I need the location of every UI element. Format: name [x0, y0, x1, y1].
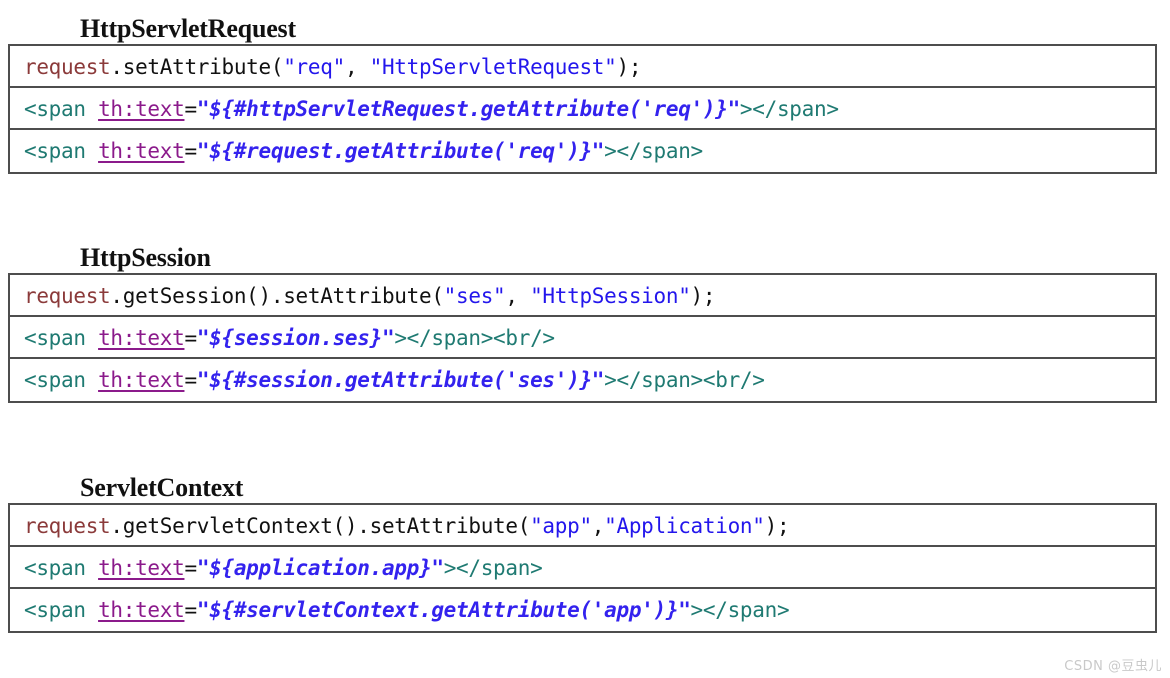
code-token: ></span><br/>	[604, 367, 765, 392]
code-token: <span	[24, 96, 99, 121]
code-token: );	[616, 54, 642, 79]
code-token: =	[184, 138, 197, 163]
code-token: <span	[24, 597, 99, 622]
code-token: "${application.app}"	[196, 555, 444, 580]
code-token: "req"	[283, 54, 345, 79]
code-token: th:text	[98, 325, 185, 350]
code-token: ></span><br/>	[394, 325, 555, 350]
code-line: <span th:text="${#session.getAttribute('…	[24, 359, 765, 401]
code-line: <span th:text="${#servletContext.getAttr…	[24, 589, 790, 631]
code-token: );	[764, 513, 790, 538]
code-row[interactable]: <span th:text="${#httpServletRequest.get…	[10, 87, 1155, 130]
code-row[interactable]: <span th:text="${#request.getAttribute('…	[10, 129, 1155, 172]
code-token: "${#request.getAttribute('req')}"	[196, 138, 605, 163]
code-table: request.setAttribute("req", "HttpServlet…	[8, 43, 1157, 174]
code-token: th:text	[98, 367, 185, 392]
code-row[interactable]: request.getServletContext().setAttribute…	[10, 504, 1155, 547]
code-token: =	[184, 325, 197, 350]
code-token: "${#httpServletRequest.getAttribute('req…	[196, 96, 740, 121]
code-token: =	[184, 597, 197, 622]
code-line: request.getServletContext().setAttribute…	[24, 505, 790, 545]
code-token: th:text	[98, 597, 185, 622]
code-section: HttpServletRequest request.setAttribute("…	[0, 14, 1170, 174]
code-line: <span th:text="${application.app}"></spa…	[24, 547, 543, 587]
code-token: "${#servletContext.getAttribute('app')}"	[196, 597, 691, 622]
csdn-watermark: CSDN @豆虫儿	[1064, 659, 1162, 674]
code-line: request.getSession().setAttribute("ses",…	[24, 275, 716, 315]
code-token: "ses"	[443, 283, 506, 308]
code-token: .getSession().setAttribute(	[110, 283, 444, 308]
code-token: .setAttribute(	[110, 54, 284, 79]
code-token: ,	[591, 513, 605, 538]
code-token: "${#session.getAttribute('ses')}"	[196, 367, 605, 392]
code-token: request	[24, 54, 111, 79]
code-row[interactable]: <span th:text="${session.ses}"></span><b…	[10, 316, 1155, 359]
code-token: <span	[24, 367, 99, 392]
code-token: "${session.ses}"	[196, 325, 395, 350]
code-token: "Application"	[604, 513, 765, 538]
code-token: <span	[24, 325, 99, 350]
code-section: ServletContext request.getServletContext(…	[0, 473, 1170, 633]
code-token: <span	[24, 138, 99, 163]
code-token: ,	[505, 283, 531, 308]
code-token: request	[24, 283, 111, 308]
code-token: ></span>	[604, 138, 703, 163]
code-snippet-page: HttpServletRequest request.setAttribute("…	[0, 0, 1170, 678]
code-row[interactable]: <span th:text="${#servletContext.getAttr…	[10, 588, 1155, 631]
code-token: ></span>	[690, 597, 790, 622]
code-token: "HttpServletRequest"	[369, 54, 617, 79]
code-token: );	[690, 283, 716, 308]
code-token: .getServletContext().setAttribute(	[110, 513, 531, 538]
code-row[interactable]: request.setAttribute("req", "HttpServlet…	[10, 45, 1155, 88]
code-token: =	[184, 367, 197, 392]
code-section: HttpSession request.getSession().setAttri…	[0, 243, 1170, 403]
code-table: request.getSession().setAttribute("ses",…	[8, 272, 1157, 403]
code-token: "HttpSession"	[530, 283, 691, 308]
code-token: =	[184, 555, 197, 580]
code-token: th:text	[98, 555, 185, 580]
code-row[interactable]: <span th:text="${application.app}"></spa…	[10, 546, 1155, 589]
code-row[interactable]: request.getSession().setAttribute("ses",…	[10, 274, 1155, 317]
section-heading: HttpSession	[80, 243, 211, 272]
code-line: <span th:text="${session.ses}"></span><b…	[24, 317, 555, 357]
code-token: "app"	[530, 513, 592, 538]
code-token: ,	[344, 54, 370, 79]
code-table: request.getServletContext().setAttribute…	[8, 502, 1157, 633]
code-row[interactable]: <span th:text="${#session.getAttribute('…	[10, 358, 1155, 401]
code-token: ></span>	[739, 96, 839, 121]
code-line: <span th:text="${#httpServletRequest.get…	[24, 88, 839, 128]
section-heading: HttpServletRequest	[80, 14, 296, 43]
code-token: =	[184, 96, 197, 121]
code-token: ></span>	[443, 555, 543, 580]
code-line: request.setAttribute("req", "HttpServlet…	[24, 46, 642, 86]
section-heading: ServletContext	[80, 473, 244, 502]
code-token: <span	[24, 555, 99, 580]
code-token: th:text	[98, 96, 185, 121]
code-token: th:text	[98, 138, 185, 163]
code-line: <span th:text="${#request.getAttribute('…	[24, 130, 703, 172]
code-token: request	[24, 513, 111, 538]
